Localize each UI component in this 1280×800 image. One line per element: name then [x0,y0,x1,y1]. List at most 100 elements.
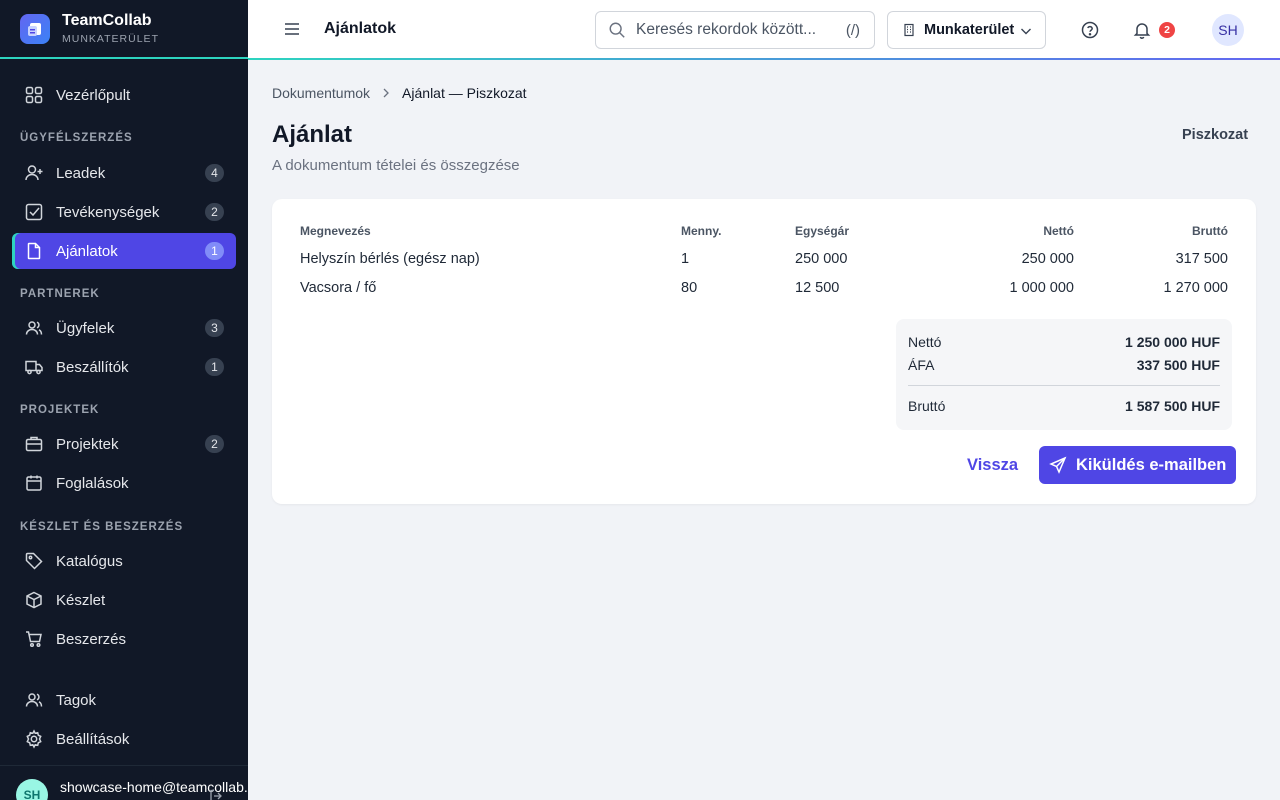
document-icon [27,242,41,260]
cell-unit-price: 12 500 [795,280,840,296]
count-badge: 1 [205,242,224,260]
building-icon [904,23,914,37]
users-icon [25,321,43,335]
sidebar-item-beallitasok[interactable]: Beállítások [12,721,236,757]
checkbox-icon [25,203,43,221]
search-box[interactable]: (/) [595,11,875,49]
sidebar-item-beszerzes[interactable]: Beszerzés [12,621,236,657]
back-button[interactable]: Vissza [967,446,1018,484]
user-account[interactable]: SH showcase-home@teamcollab. [0,765,248,800]
search-shortcut-hint: (/) [845,22,860,39]
sidebar-item-label: Projektek [56,435,119,453]
page-title: Ajánlatok [324,20,397,37]
sidebar-item-ugyfelek[interactable]: Ügyfelek 3 [12,310,236,346]
divider [908,385,1220,386]
breadcrumb: Dokumentumok Ajánlat — Piszkozat [272,85,527,101]
total-gross-label: Bruttó [908,398,946,414]
briefcase-icon [25,436,43,452]
section-title: PARTNEREK [20,288,100,300]
cell-name: Vacsora / fő [300,280,377,296]
column-header: Egységár [795,224,850,238]
tag-icon [25,552,43,570]
cart-icon [26,631,42,648]
document-title: Ajánlat [272,121,353,148]
help-icon[interactable] [1080,20,1100,40]
sidebar-item-label: Tevékenységek [56,203,160,221]
box-icon [26,591,42,609]
avatar[interactable]: SH [1212,14,1244,46]
sidebar-item-label: Ügyfelek [56,319,115,337]
cell-quantity: 80 [681,280,698,296]
notification-badge: 2 [1159,22,1175,38]
search-input[interactable] [636,21,836,39]
workspace-select[interactable]: Munkaterület [887,11,1046,49]
total-gross-value: 1 587 500 HUF [1125,398,1220,414]
sidebar: TeamCollab MUNKATERÜLET Vezérlőpult ÜGYF… [0,0,248,800]
sidebar-item-projektek[interactable]: Projektek 2 [12,426,236,462]
sidebar-item-dashboard[interactable]: Vezérlőpult [12,77,236,113]
sidebar-item-tagok[interactable]: Tagok [12,682,236,718]
calendar-icon [26,475,42,491]
sidebar-item-katalogus[interactable]: Katalógus [12,543,236,579]
sidebar-item-label: Beszállítók [56,358,129,376]
cell-name: Helyszín bérlés (egész nap) [300,251,480,267]
app-name: TeamCollab [62,12,152,29]
column-header: Megnevezés [300,224,371,238]
avatar: SH [16,779,48,800]
sidebar-item-label: Katalógus [56,552,123,570]
sidebar-item-beszallitok[interactable]: Beszállítók 1 [12,349,236,385]
count-badge: 1 [205,358,224,376]
sidebar-item-ajanlatok[interactable]: Ajánlatok 1 [12,233,236,269]
truck-icon [25,360,43,375]
breadcrumb-link[interactable]: Dokumentumok [272,85,370,101]
column-header: Nettó [1043,224,1074,238]
total-vat-label: ÁFA [908,357,935,373]
sidebar-item-label: Beszerzés [56,630,127,648]
breadcrumb-current: Ajánlat — Piszkozat [402,85,527,101]
column-header: Bruttó [1192,224,1228,238]
sidebar-item-label: Foglalások [56,474,129,492]
top-bar: Ajánlatok (/) Munkaterület 2 SH [248,0,1280,60]
cell-quantity: 1 [681,251,690,267]
sidebar-item-label: Tagok [56,691,97,709]
total-vat-value: 337 500 HUF [1136,357,1220,373]
sidebar-item-label: Beállítások [56,730,130,748]
document-card: Megnevezés Menny. Egységár Nettó Bruttó … [272,199,1256,504]
cell-net: 1 000 000 [1009,280,1074,296]
brand: TeamCollab MUNKATERÜLET [0,0,248,59]
count-badge: 2 [205,435,224,453]
cell-gross: 1 270 000 [1163,280,1228,296]
user-plus-icon [25,165,43,181]
hamburger-menu-icon[interactable] [282,19,302,39]
sidebar-item-label: Leadek [56,164,106,182]
count-badge: 4 [205,164,224,182]
chevron-down-icon [1021,28,1031,35]
send-button-label: Kiküldés e-mailben [1076,455,1227,474]
total-net-label: Nettó [908,334,942,350]
workspace-label: Munkaterület [924,22,1015,38]
section-title: ÜGYFÉLSZERZÉS [20,132,133,144]
chevron-right-icon [383,88,389,98]
section-title: KÉSZLET ÉS BESZERZÉS [20,521,184,533]
send-icon [1049,456,1067,474]
cell-net: 250 000 [1021,251,1074,267]
status-badge: Piszkozat [1182,127,1249,143]
bell-icon[interactable] [1132,20,1152,40]
logout-icon[interactable] [208,788,224,800]
cell-unit-price: 250 000 [795,251,848,267]
sidebar-item-leadek[interactable]: Leadek 4 [12,155,236,191]
count-badge: 3 [205,319,224,337]
sidebar-item-foglalasok[interactable]: Foglalások [12,465,236,501]
search-icon [609,22,625,38]
total-net-value: 1 250 000 HUF [1125,334,1220,350]
cell-gross: 317 500 [1175,251,1228,267]
totals-box: Nettó 1 250 000 HUF ÁFA 337 500 HUF Brut… [896,319,1232,430]
members-icon [25,693,43,707]
sidebar-item-keszlet[interactable]: Készlet [12,582,236,618]
sidebar-item-tevekenysegek[interactable]: Tevékenységek 2 [12,194,236,230]
count-badge: 2 [205,203,224,221]
document-subtitle: A dokumentum tételei és összegzése [272,157,520,174]
send-email-button[interactable]: Kiküldés e-mailben [1039,446,1236,484]
section-title: PROJEKTEK [20,404,100,416]
dashboard-icon [25,86,43,104]
